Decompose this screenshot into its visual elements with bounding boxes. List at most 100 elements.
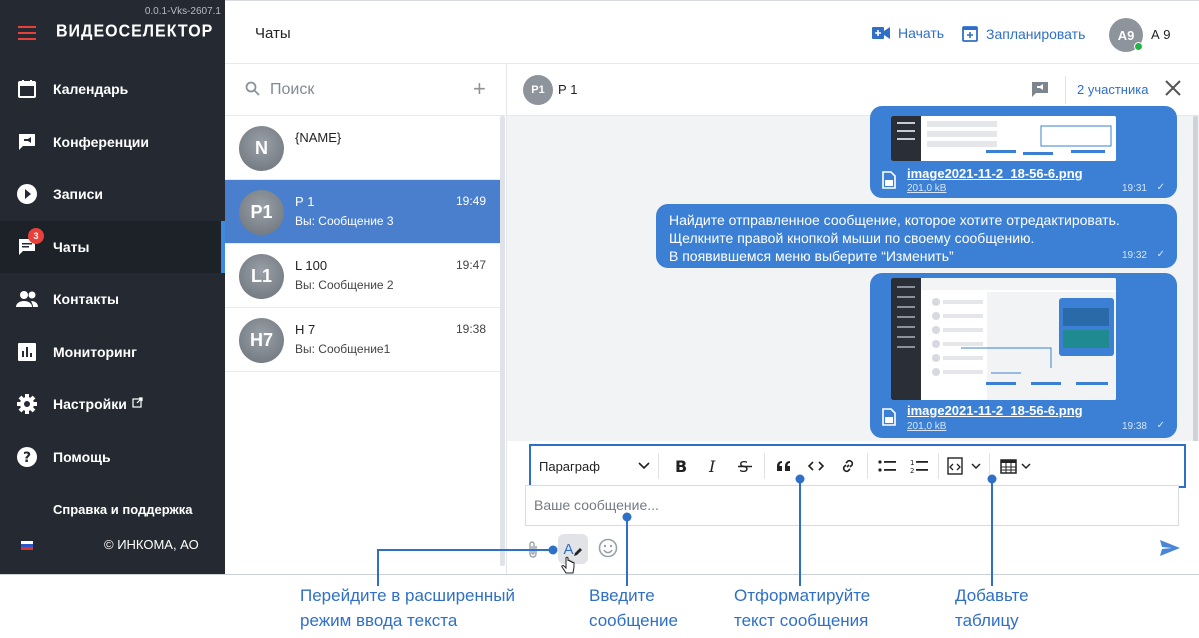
- new-chat-button[interactable]: +: [473, 78, 486, 100]
- calendar-icon: [16, 78, 38, 100]
- avatar: Р1: [523, 75, 553, 105]
- chat-scrollbar[interactable]: [1193, 116, 1198, 446]
- members-link[interactable]: 2 участника: [1077, 82, 1148, 97]
- sidebar-item-contacts[interactable]: Контакты: [0, 273, 225, 326]
- sidebar-item-monitoring[interactable]: Мониторинг: [0, 326, 225, 379]
- annotation-add-table: Добавьте таблицу: [955, 586, 1029, 630]
- insert-code-block-button[interactable]: [942, 453, 986, 479]
- gear-icon: [16, 393, 38, 415]
- chevron-down-icon: [1020, 462, 1031, 469]
- sidebar-item-records[interactable]: Записи: [0, 168, 225, 221]
- chat-icon: 3: [16, 227, 44, 258]
- sidebar-item-label: Контакты: [53, 291, 120, 308]
- code-button[interactable]: [800, 453, 832, 479]
- italic-button[interactable]: I: [697, 453, 729, 479]
- image-preview[interactable]: [891, 116, 1116, 161]
- chat-list-item[interactable]: P1 Р 1 19:49 Вы: Сообщение 3: [225, 180, 500, 244]
- sidebar-item-chats[interactable]: 3 Чаты: [0, 220, 225, 273]
- sidebar-item-help[interactable]: ? Помощь: [0, 431, 225, 484]
- code-icon: [808, 461, 824, 471]
- user-name[interactable]: А 9: [1151, 27, 1171, 42]
- sidebar-item-settings[interactable]: Настройки: [0, 378, 225, 431]
- sidebar-item-label: Помощь: [53, 448, 111, 465]
- annotation-area: Перейдите в расширенный режим ввода текс…: [0, 574, 1199, 638]
- emoji-icon[interactable]: [598, 538, 618, 558]
- svg-text:1: 1: [910, 459, 914, 467]
- chat-name: Р 1: [295, 194, 315, 209]
- message-bubble[interactable]: image2021-11-2_18-56-6.png 201,0 kB 19:3…: [870, 273, 1177, 438]
- chat-list-scrollbar[interactable]: [500, 116, 505, 566]
- avatar: L1: [239, 254, 284, 299]
- bold-icon: B: [675, 458, 687, 474]
- chat-time: 19:49: [455, 194, 486, 208]
- start-conference-button[interactable]: Начать: [872, 25, 944, 41]
- schedule-label: Запланировать: [986, 25, 1086, 42]
- numbered-list-icon: 12: [910, 459, 928, 474]
- search-input[interactable]: Поиск: [270, 81, 314, 99]
- close-icon[interactable]: [1164, 79, 1182, 97]
- message-time: 19:32: [1121, 250, 1147, 261]
- chart-icon: [16, 341, 38, 363]
- read-check-icon: ✓: [1156, 182, 1165, 193]
- sidebar-item-calendar[interactable]: Календарь: [0, 63, 225, 116]
- sidebar-item-support[interactable]: Справка и поддержка: [0, 483, 225, 536]
- svg-text:2: 2: [910, 467, 914, 474]
- language-flag-icon[interactable]: [21, 541, 33, 550]
- annotation-enter-message: Введите сообщение: [589, 586, 678, 630]
- message-line: Найдите отправленное сообщение, которое …: [669, 212, 1120, 228]
- chat-search[interactable]: Поиск +: [225, 64, 507, 116]
- chat-list-item[interactable]: H7 H 7 19:38 Вы: Сообщение1: [225, 308, 500, 372]
- sidebar: 0.0.1-Vks-2607.1 ВИДЕОСЕЛЕКТОР Календарь…: [0, 0, 225, 574]
- menu-icon[interactable]: [18, 26, 36, 40]
- send-icon[interactable]: [1159, 539, 1181, 557]
- bullet-list-button[interactable]: [871, 453, 903, 479]
- svg-text:B: B: [675, 458, 687, 474]
- sidebar-item-conferences[interactable]: Конференции: [0, 116, 225, 169]
- chevron-down-icon: [638, 462, 650, 470]
- link-button[interactable]: [832, 453, 864, 479]
- pencil-icon: [573, 548, 582, 556]
- numbered-list-button[interactable]: 12: [903, 453, 935, 479]
- chat-list-item[interactable]: N {NAME}: [225, 116, 500, 180]
- quote-button[interactable]: [768, 453, 800, 479]
- sidebar-item-label: Настройки: [53, 396, 127, 413]
- chat-list-panel: Поиск + N {NAME} P1 Р 1 19:49 Вы: Сообще…: [225, 64, 507, 574]
- svg-text:I: I: [708, 458, 716, 474]
- bullet-list-icon: [878, 460, 896, 472]
- composer: Параграф B I S: [507, 441, 1199, 574]
- avatar: P1: [239, 190, 284, 235]
- strikethrough-button[interactable]: S: [729, 453, 761, 479]
- file-name[interactable]: image2021-11-2_18-56-6.png: [907, 166, 1083, 181]
- file-name[interactable]: image2021-11-2_18-56-6.png: [907, 403, 1083, 418]
- quote-icon: [777, 461, 790, 471]
- paragraph-select[interactable]: Параграф: [531, 453, 659, 479]
- file-icon: [882, 408, 896, 426]
- chat-list-item[interactable]: L1 L 100 19:47 Вы: Сообщение 2: [225, 244, 500, 308]
- sidebar-nav: Календарь Конференции Записи 3 Чаты Конт…: [0, 63, 225, 536]
- insert-table-button[interactable]: [993, 453, 1037, 479]
- chevron-down-icon: [971, 462, 981, 469]
- sidebar-item-label: Мониторинг: [53, 343, 137, 360]
- sidebar-item-label: Записи: [53, 186, 104, 203]
- message-line: В появившемся меню выберите “Изменить”: [669, 248, 954, 264]
- unread-badge: 3: [28, 227, 44, 244]
- paragraph-label: Параграф: [539, 458, 600, 474]
- conference-icon[interactable]: [1031, 81, 1049, 98]
- bold-button[interactable]: B: [665, 453, 697, 479]
- schedule-button[interactable]: Запланировать: [962, 25, 1085, 42]
- chat-panel: Р1 Р 1 2 участника image2021-11-2_18-56-…: [507, 64, 1199, 574]
- chat-time: 19:47: [455, 258, 486, 272]
- divider: [938, 453, 939, 479]
- extended-editor-button[interactable]: A: [558, 534, 588, 564]
- avatar: N: [239, 126, 284, 171]
- paperclip-icon[interactable]: [527, 540, 539, 560]
- message-bubble[interactable]: Найдите отправленное сообщение, которое …: [656, 204, 1177, 268]
- video-camera-icon: [872, 27, 890, 39]
- annotation-format-text: Отформатируйте текст сообщения: [734, 586, 871, 630]
- calendar-plus-icon: [962, 26, 978, 42]
- message-line: Щелкните правой кнопкой мыши по своему с…: [669, 230, 1035, 246]
- read-check-icon: ✓: [1156, 249, 1165, 260]
- image-preview[interactable]: [891, 278, 1116, 400]
- message-bubble[interactable]: image2021-11-2_18-56-6.png 201,0 kB 19:3…: [870, 106, 1177, 198]
- message-input[interactable]: Ваше сообщение...: [525, 485, 1179, 526]
